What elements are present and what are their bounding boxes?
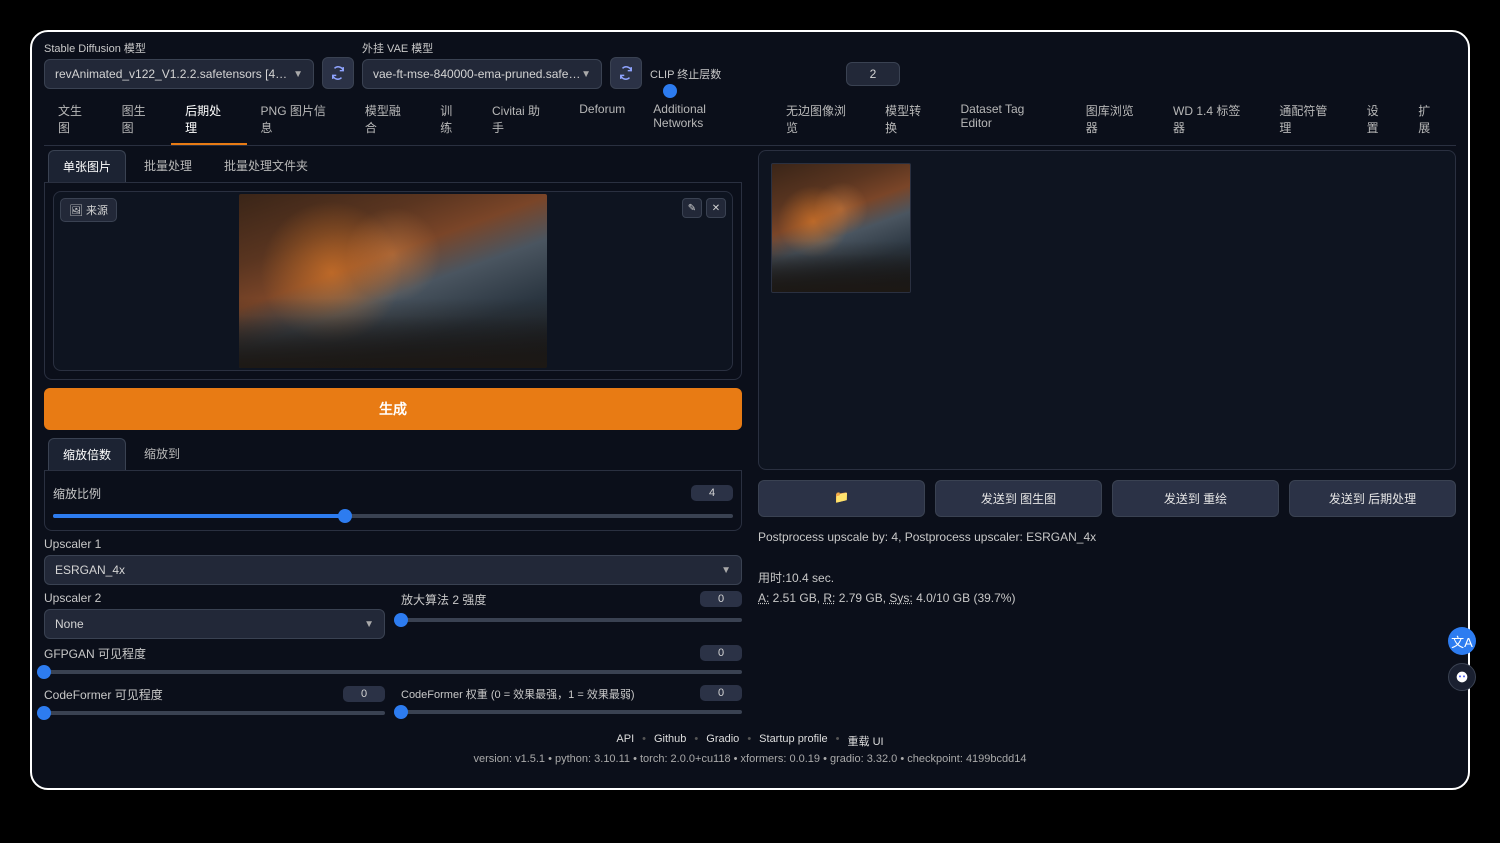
chat-icon[interactable] [1448,663,1476,691]
send-extras-button[interactable]: 发送到 后期处理 [1289,480,1456,517]
main-split: 单张图片批量处理批量处理文件夹 🖼 来源 ✎ ✕ 生成 缩放倍数缩放到 缩放比例… [44,146,1456,715]
app-window: Stable Diffusion 模型 revAnimated_v122_V1.… [30,30,1470,790]
send-img2img-button[interactable]: 发送到 图生图 [935,480,1102,517]
footer-links: API•Github•Gradio•Startup profile•重载 UI [44,733,1456,749]
footer-link-github[interactable]: Github [654,733,686,749]
upscaler2-strength-slider[interactable] [401,618,742,622]
main-tab-0[interactable]: 文生图 [44,95,108,145]
main-tabs: 文生图图生图后期处理PNG 图片信息模型融合训练Civitai 助手Deforu… [44,95,1456,146]
main-tab-10[interactable]: 模型转换 [871,95,946,145]
footer: API•Github•Gradio•Startup profile•重载 UI … [44,733,1456,765]
chevron-down-icon: ▼ [581,69,591,80]
vae-label: 外挂 VAE 模型 [362,40,602,56]
main-tab-14[interactable]: 通配符管理 [1265,95,1352,145]
scale-ratio-slider[interactable] [53,514,733,518]
input-tab-2[interactable]: 批量处理文件夹 [210,150,322,182]
upscaler2-label: Upscaler 2 [44,591,385,605]
right-pane: 📁 发送到 图生图 发送到 重绘 发送到 后期处理 Postprocess up… [758,146,1456,715]
codeformer-vis-slider[interactable] [44,711,385,715]
scale-tab-0[interactable]: 缩放倍数 [48,438,126,470]
upscaler2-strength-label: 放大算法 2 强度 [401,591,486,608]
main-tab-4[interactable]: 模型融合 [351,95,426,145]
result-info: Postprocess upscale by: 4, Postprocess u… [758,527,1456,609]
output-image[interactable] [771,163,911,293]
clip-value-input[interactable]: 2 [846,62,900,86]
source-badge: 🖼 来源 [60,198,117,222]
main-tab-11[interactable]: Dataset Tag Editor [946,95,1071,145]
version-string: version: v1.5.1 • python: 3.10.11 • torc… [44,753,1456,765]
codeformer-weight-label: CodeFormer 权重 (0 = 效果最强，1 = 效果最弱) [401,686,635,702]
footer-link-startup-profile[interactable]: Startup profile [759,733,827,749]
gfpgan-slider[interactable] [44,670,742,674]
send-inpaint-button[interactable]: 发送到 重绘 [1112,480,1279,517]
input-tabs: 单张图片批量处理批量处理文件夹 [44,150,742,183]
scale-ratio-label: 缩放比例 [53,485,101,502]
scale-panel: 缩放比例 4 [44,471,742,531]
result-memory: A: 2.51 GB, R: 2.79 GB, Sys: 4.0/10 GB (… [758,588,1456,608]
action-row: 📁 发送到 图生图 发送到 重绘 发送到 后期处理 [758,480,1456,517]
main-tab-6[interactable]: Civitai 助手 [478,95,565,145]
main-tab-12[interactable]: 图库浏览器 [1072,95,1159,145]
main-tab-7[interactable]: Deforum [565,95,639,145]
codeformer-vis-label: CodeFormer 可见程度 [44,686,163,703]
main-tab-8[interactable]: Additional Networks [639,95,772,145]
refresh-model-button[interactable] [322,57,354,89]
main-tab-13[interactable]: WD 1.4 标签器 [1159,95,1265,145]
main-tab-16[interactable]: 扩展 [1404,95,1456,145]
main-tab-15[interactable]: 设置 [1353,95,1405,145]
result-time: 用时:10.4 sec. [758,568,1456,588]
main-tab-5[interactable]: 训练 [426,95,478,145]
vae-select[interactable]: vae-ft-mse-840000-ema-pruned.safetensors… [362,59,602,89]
open-folder-button[interactable]: 📁 [758,480,925,517]
input-panel: 🖼 来源 ✎ ✕ [44,183,742,380]
clip-label: CLIP 终止层数 [650,66,721,82]
source-image-area[interactable]: 🖼 来源 ✎ ✕ [53,191,733,371]
scale-tabs: 缩放倍数缩放到 [44,438,742,471]
input-tab-1[interactable]: 批量处理 [130,150,206,182]
codeformer-vis-value[interactable]: 0 [343,686,385,702]
codeformer-weight-value[interactable]: 0 [700,685,742,701]
source-image [239,194,547,368]
chevron-down-icon: ▼ [721,565,731,576]
header-row: Stable Diffusion 模型 revAnimated_v122_V1.… [44,40,1456,89]
upscaler2-strength-value[interactable]: 0 [700,591,742,607]
refresh-vae-button[interactable] [610,57,642,89]
upscaler1-select[interactable]: ESRGAN_4x ▼ [44,555,742,585]
main-tab-2[interactable]: 后期处理 [171,95,246,145]
model-label: Stable Diffusion 模型 [44,40,314,56]
chevron-down-icon: ▼ [293,69,303,80]
result-params: Postprocess upscale by: 4, Postprocess u… [758,527,1456,547]
footer-link-api[interactable]: API [616,733,634,749]
chevron-down-icon: ▼ [364,619,374,630]
model-select[interactable]: revAnimated_v122_V1.2.2.safetensors [419… [44,59,314,89]
upscaler2-select[interactable]: None ▼ [44,609,385,639]
gfpgan-value[interactable]: 0 [700,645,742,661]
clear-image-button[interactable]: ✕ [706,198,726,218]
edit-image-button[interactable]: ✎ [682,198,702,218]
scale-ratio-value[interactable]: 4 [691,485,733,501]
output-image-area [758,150,1456,470]
input-tab-0[interactable]: 单张图片 [48,150,126,182]
translate-icon[interactable]: 文A [1448,627,1476,655]
footer-link-gradio[interactable]: Gradio [706,733,739,749]
generate-button[interactable]: 生成 [44,388,742,430]
main-tab-1[interactable]: 图生图 [108,95,172,145]
main-tab-9[interactable]: 无边图像浏览 [772,95,871,145]
main-tab-3[interactable]: PNG 图片信息 [247,95,351,145]
left-pane: 单张图片批量处理批量处理文件夹 🖼 来源 ✎ ✕ 生成 缩放倍数缩放到 缩放比例… [44,146,742,715]
gfpgan-label: GFPGAN 可见程度 [44,645,146,662]
floating-icons: 文A [1448,627,1476,691]
footer-link-重载-ui[interactable]: 重载 UI [848,733,884,749]
upscaler1-label: Upscaler 1 [44,537,742,551]
codeformer-weight-slider[interactable] [401,710,742,714]
scale-tab-1[interactable]: 缩放到 [130,438,194,470]
